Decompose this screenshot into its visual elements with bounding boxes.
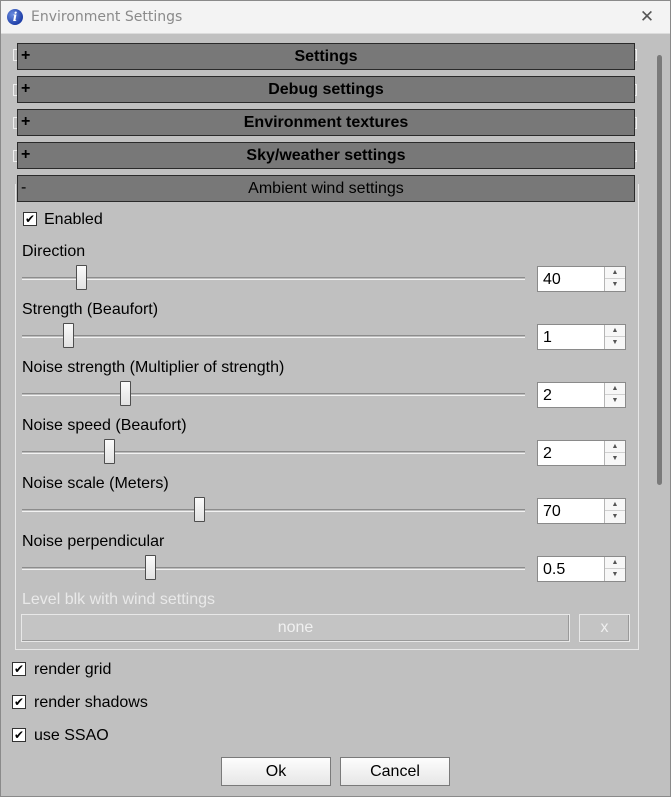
spin-down-icon[interactable]: ▼ bbox=[605, 337, 625, 349]
noise-speed-label: Noise speed (Beaufort) bbox=[22, 417, 187, 434]
noise-strength-label: Noise strength (Multiplier of strength) bbox=[22, 359, 285, 376]
strength-slider-track[interactable] bbox=[22, 335, 525, 338]
spin-up-icon[interactable]: ▲ bbox=[605, 499, 625, 511]
render-shadows-label: render shadows bbox=[34, 694, 148, 711]
enabled-label: Enabled bbox=[44, 211, 103, 228]
ok-button[interactable]: Ok bbox=[221, 757, 331, 786]
noise-strength-spinbox[interactable]: 2 ▲ ▼ bbox=[537, 382, 626, 408]
noise-scale-label: Noise scale (Meters) bbox=[22, 475, 169, 492]
level-blk-clear-button[interactable]: x bbox=[579, 614, 630, 642]
noise-scale-slider-track[interactable] bbox=[22, 509, 525, 512]
section-header-sky-weather-settings[interactable]: + Sky/weather settings bbox=[17, 142, 635, 169]
spin-up-icon[interactable]: ▲ bbox=[605, 441, 625, 453]
noise-perpendicular-label: Noise perpendicular bbox=[22, 533, 165, 550]
use-ssao-label: use SSAO bbox=[34, 727, 109, 744]
direction-slider-handle[interactable] bbox=[76, 265, 87, 290]
spin-down-icon[interactable]: ▼ bbox=[605, 395, 625, 407]
close-button[interactable]: ✕ bbox=[624, 1, 670, 34]
noise-scale-slider-handle[interactable] bbox=[194, 497, 205, 522]
environment-settings-window: i Environment Settings ✕ + Settings + De… bbox=[0, 0, 671, 797]
direction-slider-track[interactable] bbox=[22, 277, 525, 280]
info-icon: i bbox=[7, 9, 23, 25]
noise-scale-value[interactable]: 70 bbox=[543, 503, 561, 521]
spin-buttons: ▲ ▼ bbox=[604, 499, 625, 523]
spin-buttons: ▲ ▼ bbox=[604, 557, 625, 581]
direction-spinbox[interactable]: 40 ▲ ▼ bbox=[537, 266, 626, 292]
section-title: Settings bbox=[294, 48, 358, 65]
spin-buttons: ▲ ▼ bbox=[604, 441, 625, 465]
section-header-ambient-wind-settings[interactable]: - Ambient wind settings bbox=[17, 175, 635, 202]
noise-perpendicular-slider-handle[interactable] bbox=[145, 555, 156, 580]
spin-buttons: ▲ ▼ bbox=[604, 267, 625, 291]
spin-up-icon[interactable]: ▲ bbox=[605, 325, 625, 337]
use-ssao-checkbox[interactable]: ✔ bbox=[12, 728, 26, 742]
vertical-scrollbar[interactable] bbox=[649, 35, 670, 749]
spin-down-icon[interactable]: ▼ bbox=[605, 569, 625, 581]
render-grid-checkbox[interactable]: ✔ bbox=[12, 662, 26, 676]
strength-label: Strength (Beaufort) bbox=[22, 301, 159, 318]
strength-value[interactable]: 1 bbox=[543, 329, 552, 347]
noise-speed-slider-handle[interactable] bbox=[104, 439, 115, 464]
render-shadows-checkbox[interactable]: ✔ bbox=[12, 695, 26, 709]
direction-label: Direction bbox=[22, 243, 86, 260]
window-title: Environment Settings bbox=[31, 9, 183, 25]
spin-buttons: ▲ ▼ bbox=[604, 383, 625, 407]
noise-scale-spinbox[interactable]: 70 ▲ ▼ bbox=[537, 498, 626, 524]
render-grid-label: render grid bbox=[34, 661, 112, 678]
section-title: Debug settings bbox=[268, 81, 384, 98]
section-header-debug-settings[interactable]: + Debug settings bbox=[17, 76, 635, 103]
spin-buttons: ▲ ▼ bbox=[604, 325, 625, 349]
scrollbar-thumb[interactable] bbox=[657, 55, 662, 485]
section-header-settings[interactable]: + Settings bbox=[17, 43, 635, 70]
cancel-button[interactable]: Cancel bbox=[340, 757, 450, 786]
noise-strength-slider-handle[interactable] bbox=[120, 381, 131, 406]
spin-up-icon[interactable]: ▲ bbox=[605, 383, 625, 395]
spin-up-icon[interactable]: ▲ bbox=[605, 267, 625, 279]
noise-speed-value[interactable]: 2 bbox=[543, 445, 552, 463]
title-bar: i Environment Settings ✕ bbox=[1, 1, 670, 34]
noise-strength-value[interactable]: 2 bbox=[543, 387, 552, 405]
noise-perpendicular-spinbox[interactable]: 0.5 ▲ ▼ bbox=[537, 556, 626, 582]
section-title: Environment textures bbox=[243, 114, 409, 131]
strength-spinbox[interactable]: 1 ▲ ▼ bbox=[537, 324, 626, 350]
section-title: Sky/weather settings bbox=[246, 147, 406, 164]
spin-down-icon[interactable]: ▼ bbox=[605, 453, 625, 465]
noise-perpendicular-value[interactable]: 0.5 bbox=[543, 561, 565, 579]
enabled-checkbox[interactable]: ✔ bbox=[23, 212, 37, 226]
level-blk-select-button[interactable]: none bbox=[21, 614, 570, 642]
noise-speed-spinbox[interactable]: 2 ▲ ▼ bbox=[537, 440, 626, 466]
strength-slider-handle[interactable] bbox=[63, 323, 74, 348]
spin-down-icon[interactable]: ▼ bbox=[605, 511, 625, 523]
direction-value[interactable]: 40 bbox=[543, 271, 561, 289]
level-blk-label: Level blk with wind settings bbox=[22, 591, 215, 608]
spin-down-icon[interactable]: ▼ bbox=[605, 279, 625, 291]
noise-perpendicular-slider-track[interactable] bbox=[22, 567, 525, 570]
spin-up-icon[interactable]: ▲ bbox=[605, 557, 625, 569]
noise-strength-slider-track[interactable] bbox=[22, 393, 525, 396]
section-header-environment-textures[interactable]: + Environment textures bbox=[17, 109, 635, 136]
noise-speed-slider-track[interactable] bbox=[22, 451, 525, 454]
section-title: Ambient wind settings bbox=[248, 180, 404, 197]
